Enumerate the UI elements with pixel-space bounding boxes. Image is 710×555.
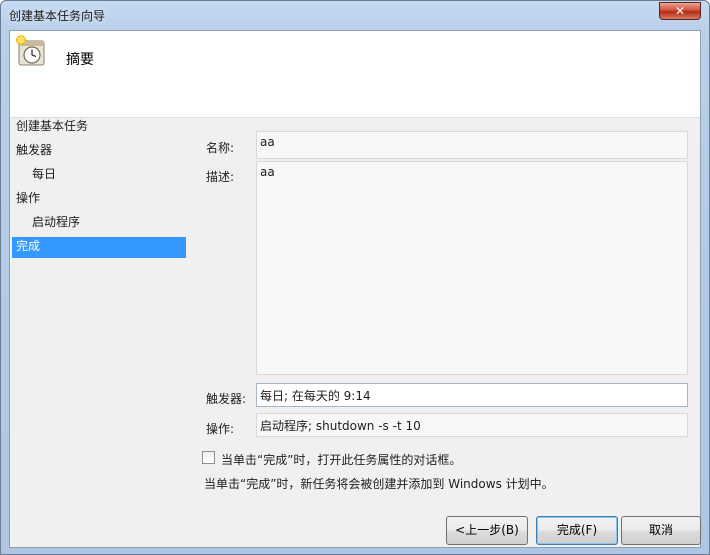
step-daily[interactable]: 每日 — [12, 165, 186, 186]
step-trigger[interactable]: 触发器 — [12, 141, 186, 162]
finish-note: 当单击“完成”时，新任务将会被创建并添加到 Windows 计划中。 — [204, 477, 554, 491]
window-title: 创建基本任务向导 — [9, 9, 106, 23]
open-properties-checkbox[interactable] — [202, 451, 215, 464]
back-button[interactable]: <上一步(B) — [446, 516, 528, 545]
trigger-field[interactable]: 每日; 在每天的 9:14 — [256, 383, 688, 407]
step-finish[interactable]: 完成 — [12, 237, 186, 258]
description-label: 描述: — [206, 170, 235, 184]
title-bar[interactable]: 创建基本任务向导 ✕ — [1, 1, 709, 29]
clock-task-icon — [16, 34, 45, 66]
close-button[interactable]: ✕ — [659, 2, 701, 20]
action-label: 操作: — [206, 422, 235, 436]
finish-button[interactable]: 完成(F) — [536, 516, 618, 545]
page-title: 摘要 — [66, 52, 94, 68]
wizard-client-area: 摘要 创建基本任务 触发器 每日 操作 启动程序 完成 名称: aa 描述: a… — [9, 30, 701, 548]
step-create-basic-task[interactable]: 创建基本任务 — [12, 117, 186, 138]
description-field[interactable]: aa — [256, 161, 688, 375]
trigger-label: 触发器: — [206, 392, 247, 406]
action-field[interactable]: 启动程序; shutdown -s -t 10 — [256, 413, 688, 437]
name-field[interactable]: aa — [256, 131, 688, 159]
step-action[interactable]: 操作 — [12, 189, 186, 210]
wizard-window: 创建基本任务向导 ✕ 摘要 创建基本任务 触发器 每日 操作 启动程序 完成 名… — [0, 0, 710, 555]
wizard-header: 摘要 — [10, 31, 700, 118]
cancel-button[interactable]: 取消 — [621, 516, 701, 545]
step-start-program[interactable]: 启动程序 — [12, 213, 186, 234]
open-properties-checkbox-label[interactable]: 当单击“完成”时，打开此任务属性的对话框。 — [221, 451, 461, 468]
name-label: 名称: — [206, 141, 235, 155]
